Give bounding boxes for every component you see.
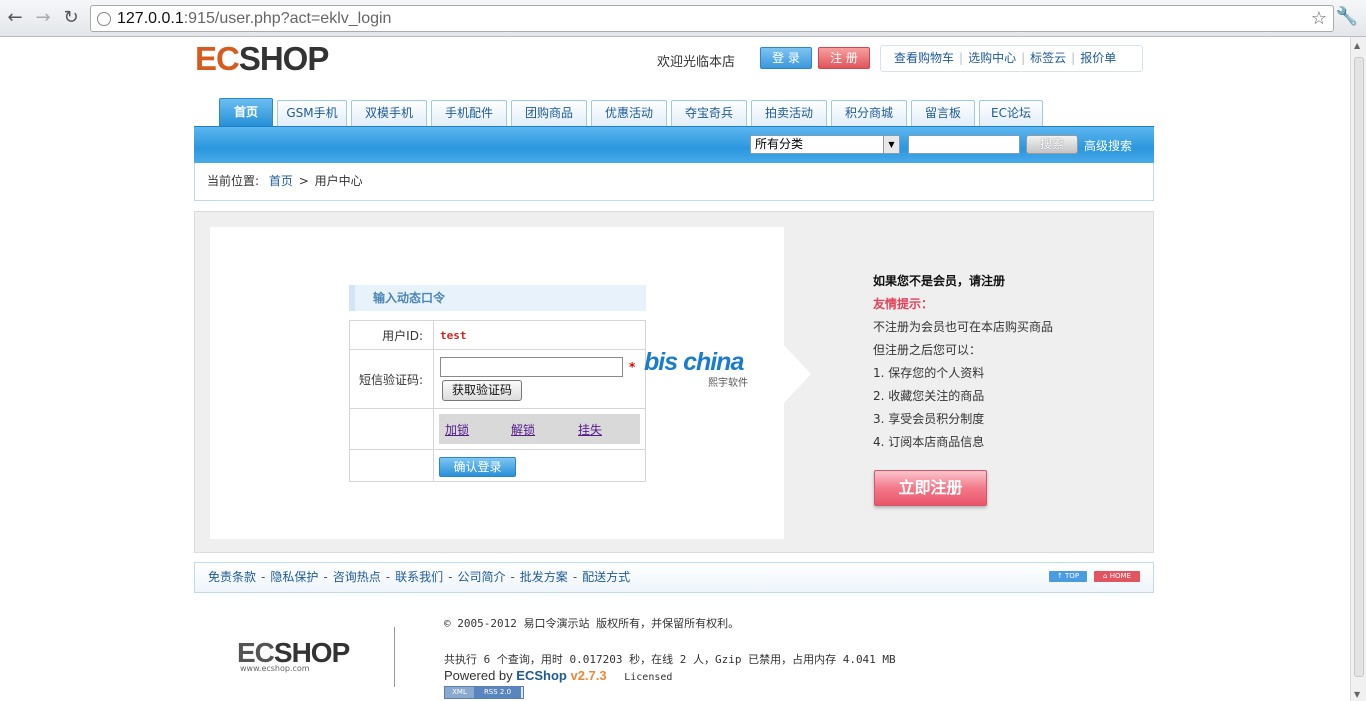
feed-badges[interactable]: XML RSS 2.0 [444,686,524,699]
footer-logo-url: www.ecshop.com [240,664,310,673]
benefit-item: 1. 保存您的个人资料 [873,366,985,380]
wrench-icon[interactable]: 🔧 [1336,6,1358,27]
benefit-item: 3. 享受会员积分制度 [873,412,985,426]
login-button[interactable]: 登 录 [760,47,812,69]
login-panel: 输入动态口令 用户ID: test 短信验证码: * 获取验证码 加锁 解锁 挂… [194,211,1154,553]
tab-snatch[interactable]: 夺宝奇兵 [671,100,747,126]
tab-ec-forum[interactable]: EC论坛 [979,100,1043,126]
scroll-down-icon[interactable]: ▼ [1354,690,1360,699]
footer-links: 免责条款 - 隐私保护 - 咨询热点 - 联系我们 - 公司简介 - 批发方案 - 配送方式 ↑ TOP… [194,562,1154,593]
tab-points-mall[interactable]: 积分商城 [831,100,907,126]
confirm-login-button[interactable]: 确认登录 [439,456,516,477]
register-button[interactable]: 注 册 [818,47,870,69]
footer-divider [394,627,395,687]
breadcrumb-home-link[interactable]: 首页 [269,174,293,188]
top-links: 查看购物车 | 选购中心 | 标签云 | 报价单 [880,45,1143,72]
report-loss-link[interactable]: 挂失 [578,421,602,438]
sms-code-label: 短信验证码: [349,349,434,409]
unlock-link[interactable]: 解锁 [511,421,535,438]
user-id-label: 用户ID: [349,320,434,350]
breadcrumb-separator: > [298,174,309,188]
sms-code-input[interactable] [440,357,623,377]
tab-promotions[interactable]: 优惠活动 [591,100,667,126]
globe-icon [97,12,111,26]
form-title: 输入动态口令 [349,285,646,311]
rss-badge[interactable]: RSS 2.0 [474,687,521,698]
shopping-center-link[interactable]: 选购中心 [968,51,1016,65]
tag-cloud-link[interactable]: 标签云 [1030,51,1066,65]
quote-link[interactable]: 报价单 [1080,51,1116,65]
tip-label: 友情提示： [873,297,934,311]
benefit-item: 4. 订阅本店商品信息 [873,435,985,449]
category-select[interactable]: 所有分类 ▼ [750,135,900,154]
copyright-text: © 2005-2012 易口令演示站 版权所有，并保留所有权利。 [444,617,740,630]
licensed-text: Licensed [624,672,673,683]
back-icon[interactable]: ← [4,7,26,29]
tab-group-buy[interactable]: 团购商品 [511,100,587,126]
footer-link-privacy[interactable]: 隐私保护 [270,570,318,584]
footer-link-wholesale[interactable]: 批发方案 [520,570,568,584]
browser-toolbar: ← → ↻ 127.0.0.1:915/user.php?act=eklv_lo… [0,0,1366,37]
user-id-value: test [440,329,467,342]
tab-home[interactable]: 首页 [219,98,273,126]
top-button[interactable]: ↑ TOP [1049,571,1087,582]
footer-link-hotline[interactable]: 咨询热点 [333,570,381,584]
cart-link[interactable]: 查看购物车 [894,51,954,65]
advanced-search-link[interactable]: 高级搜索 [1084,137,1132,154]
tab-gsm-phones[interactable]: GSM手机 [277,100,347,126]
required-mark: * [629,360,636,374]
address-bar[interactable]: 127.0.0.1:915/user.php?act=eklv_login ☆ [90,5,1334,32]
main-nav: 首页 GSM手机 双模手机 手机配件 团购商品 优惠活动 夺宝奇兵 拍卖活动 积… [194,98,1154,126]
tab-phone-accessories[interactable]: 手机配件 [431,100,507,126]
get-code-button[interactable]: 获取验证码 [442,380,522,401]
footer-link-delivery[interactable]: 配送方式 [582,570,630,584]
panel-notch [783,344,811,404]
footer-link-disclaimer[interactable]: 免责条款 [208,570,256,584]
welcome-text: 欢迎光临本店 [657,55,736,70]
search-bar: 所有分类 ▼ 搜索 高级搜索 [194,126,1154,163]
tab-auction[interactable]: 拍卖活动 [751,100,827,126]
login-form-box: 输入动态口令 用户ID: test 短信验证码: * 获取验证码 加锁 解锁 挂… [210,227,784,539]
login-form-table: 用户ID: test 短信验证码: * 获取验证码 加锁 解锁 挂失 确认登录 [349,320,646,482]
bischina-subtitle: 熙宇软件 [708,378,748,389]
url-text: 127.0.0.1:915/user.php?act=eklv_login [117,10,392,27]
breadcrumb: 当前位置: 首页 > 用户中心 [194,163,1154,201]
tab-message-board[interactable]: 留言板 [911,100,975,126]
forward-icon[interactable]: → [32,7,54,29]
ecshop-link[interactable]: ECShop [516,668,567,683]
tab-dual-mode-phones[interactable]: 双模手机 [351,100,427,126]
reload-icon[interactable]: ↻ [60,7,82,29]
breadcrumb-prefix: 当前位置: [207,174,260,188]
version-text: v2.7.3 [570,668,607,683]
register-heading: 如果您不是会员，请注册 [873,274,1006,288]
bookmark-star-icon[interactable]: ☆ [1311,8,1327,29]
dropdown-arrow-icon[interactable]: ▼ [883,136,899,153]
xml-badge[interactable]: XML [445,687,474,698]
scroll-up-icon[interactable]: ▲ [1354,41,1360,50]
info-line: 但注册之后您可以： [873,343,982,357]
token-actions: 加锁 解锁 挂失 [439,414,640,444]
search-button[interactable]: 搜索 [1026,135,1078,154]
scroll-thumb[interactable] [1354,57,1364,677]
page-scrollbar[interactable]: ▲ ▼ [1350,37,1366,701]
footer-link-contact[interactable]: 联系我们 [395,570,443,584]
footer-link-about[interactable]: 公司简介 [457,570,505,584]
search-input[interactable] [908,135,1020,154]
stats-text: 共执行 6 个查询，用时 0.017203 秒，在线 2 人，Gzip 已禁用，… [444,653,896,666]
home-button[interactable]: ⌂ HOME [1094,571,1140,582]
ecshop-logo[interactable]: ECSHOP [195,40,329,78]
bischina-logo: bis china 熙宇软件 [644,348,748,389]
lock-link[interactable]: 加锁 [445,421,469,438]
breadcrumb-current: 用户中心 [314,174,363,188]
benefit-item: 2. 收藏您关注的商品 [873,389,985,403]
powered-by: Powered by ECShop v2.7.3 Licensed [444,668,673,683]
register-info: 如果您不是会员，请注册 友情提示： 不注册为会员也可在本店购买商品 但注册之后您… [873,270,1133,454]
info-line: 不注册为会员也可在本店购买商品 [873,320,1054,334]
register-now-button[interactable]: 立即注册 [874,470,987,506]
